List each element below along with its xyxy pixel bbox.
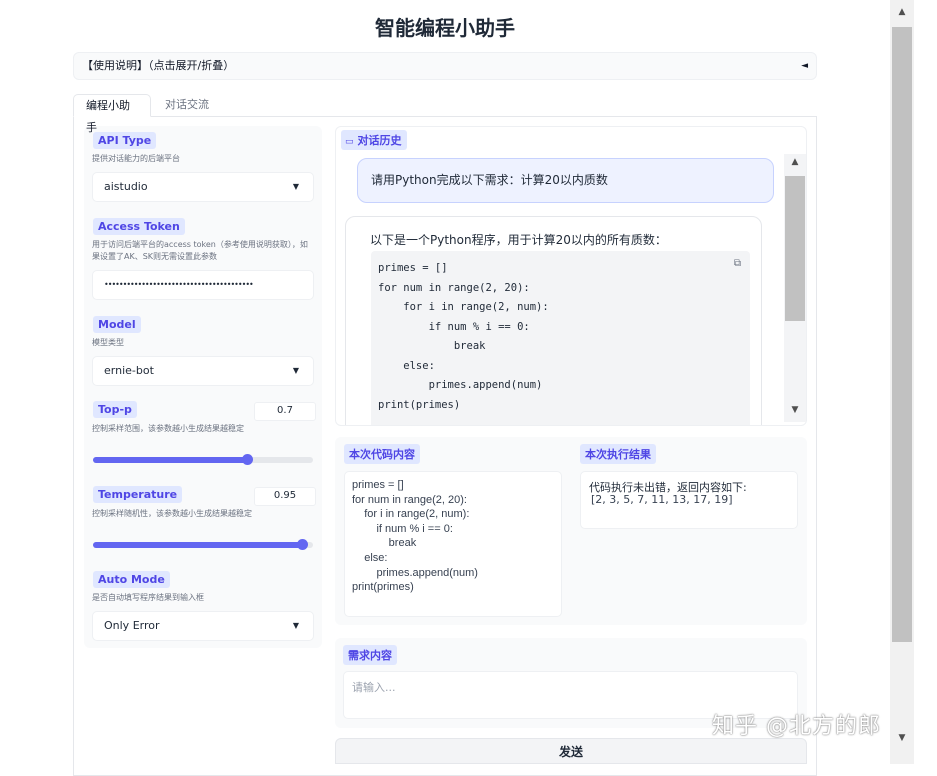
temperature-number-input[interactable]: 0.95 (254, 487, 316, 506)
auto-mode-label: Auto Mode (93, 571, 170, 588)
watermark: 知乎 @北方的郎 (712, 714, 881, 739)
api-type-hint: 提供对话能力的后端平台 (92, 154, 180, 163)
request-label: 需求内容 (343, 645, 397, 665)
page-scrollbar[interactable]: ▲ ▼ (890, 0, 914, 764)
code-content-label: 本次代码内容 (344, 444, 420, 464)
model-label: Model (93, 316, 141, 333)
temperature-label: Temperature (93, 486, 183, 503)
code-content-text: primes = [] for num in range(2, 20): for… (352, 479, 478, 594)
temperature-slider[interactable] (93, 539, 313, 550)
top-p-label: Top-p (93, 401, 137, 418)
auto-mode-hint: 是否自动填写程序结果到输入框 (92, 593, 204, 602)
copy-icon[interactable]: ⧉ (734, 258, 741, 269)
api-type-value: aistudio (104, 180, 148, 193)
model-value: ernie-bot (104, 364, 154, 377)
dropdown-arrow-icon: ▼ (292, 621, 299, 630)
scroll-up-icon[interactable]: ▲ (784, 157, 806, 167)
temperature-slider-fill (93, 542, 302, 548)
code-content-box[interactable]: primes = [] for num in range(2, 20): for… (344, 471, 562, 617)
exec-result-line2: [2, 3, 5, 7, 11, 13, 17, 19] (591, 493, 733, 506)
scroll-up-icon[interactable]: ▲ (890, 7, 914, 17)
chat-history-label-text: 对话历史 (357, 134, 402, 147)
dropdown-arrow-icon: ▼ (292, 366, 299, 375)
code-block-content: primes = [] for num in range(2, 20): for… (371, 251, 750, 415)
settings-panel (84, 126, 322, 648)
top-p-slider[interactable] (93, 454, 313, 465)
page-title: 智能编程小助手 (375, 16, 515, 40)
top-p-hint: 控制采样范围，该参数越小生成结果越稳定 (92, 424, 244, 433)
instructions-accordion[interactable]: 【使用说明】（点击展开/折叠） ◄ (73, 52, 817, 80)
access-token-label: Access Token (93, 218, 185, 235)
top-p-slider-fill (93, 457, 247, 463)
model-hint: 模型类型 (92, 338, 124, 347)
code-line: for num in range(2, 20): (378, 281, 530, 294)
scroll-down-icon[interactable]: ▼ (784, 405, 806, 415)
app-page: 智能编程小助手 【使用说明】（点击展开/折叠） ◄ 编程小助手 对话交流 API… (0, 0, 890, 776)
code-line: else: (378, 359, 435, 372)
code-line: if num % i == 0: (378, 320, 530, 333)
access-token-hint: 用于访问后端平台的access token（参考使用说明获取），如果设置了AK、… (92, 240, 308, 261)
chat-history-label: ▭ 对话历史 (341, 130, 407, 150)
chat-bubble-icon: ▭ (345, 137, 354, 147)
bot-message: 以下是一个Python程序，用于计算20以内的所有质数： ⧉ primes = … (345, 216, 762, 425)
model-select[interactable]: ernie-bot ▼ (92, 356, 314, 386)
auto-mode-select[interactable]: Only Error ▼ (92, 611, 314, 641)
api-type-select[interactable]: aistudio ▼ (92, 172, 314, 202)
temperature-slider-handle[interactable] (297, 539, 308, 550)
access-token-input[interactable]: •••••••••••••••••••••••••••••••••••••••• (92, 270, 314, 300)
request-placeholder: 请输入... (352, 681, 396, 694)
code-line: primes = [] (378, 262, 448, 274)
code-line: break (378, 340, 486, 352)
page-scrollbar-thumb[interactable] (892, 27, 912, 642)
code-block: ⧉ primes = [] for num in range(2, 20): f… (371, 251, 750, 425)
tab-coding-assistant[interactable]: 编程小助手 (73, 94, 151, 134)
temperature-hint: 控制采样随机性，该参数越小生成结果越稳定 (92, 509, 252, 518)
auto-mode-value: Only Error (104, 619, 160, 632)
chat-history-panel: ▭ 对话历史 请用Python完成以下需求：计算20以内质数 以下是一个Pytho… (335, 126, 807, 426)
code-line: primes.append(num) (378, 379, 543, 391)
exec-result-label: 本次执行结果 (580, 444, 656, 464)
send-button[interactable]: 发送 (335, 738, 807, 764)
exec-result-box: 代码执行未出错，返回内容如下: [2, 3, 5, 7, 11, 13, 17,… (580, 471, 798, 529)
top-p-slider-handle[interactable] (242, 454, 253, 465)
code-line: print(primes) (378, 398, 461, 411)
instructions-label: 【使用说明】（点击展开/折叠） (82, 59, 235, 72)
code-line: for i in range(2, num): (378, 301, 549, 313)
chat-scrollbar-thumb[interactable] (785, 176, 805, 321)
collapse-caret-icon: ◄ (801, 61, 808, 71)
dropdown-arrow-icon: ▼ (292, 182, 299, 191)
user-message: 请用Python完成以下需求：计算20以内质数 (357, 158, 774, 203)
scroll-down-icon[interactable]: ▼ (890, 733, 914, 743)
api-type-label: API Type (93, 132, 157, 149)
tab-chat[interactable]: 对话交流 (153, 94, 223, 117)
bot-message-intro: 以下是一个Python程序，用于计算20以内的所有质数： (370, 233, 667, 247)
chat-scrollbar[interactable]: ▲ ▼ (784, 154, 806, 422)
top-p-number-input[interactable]: 0.7 (254, 402, 316, 421)
